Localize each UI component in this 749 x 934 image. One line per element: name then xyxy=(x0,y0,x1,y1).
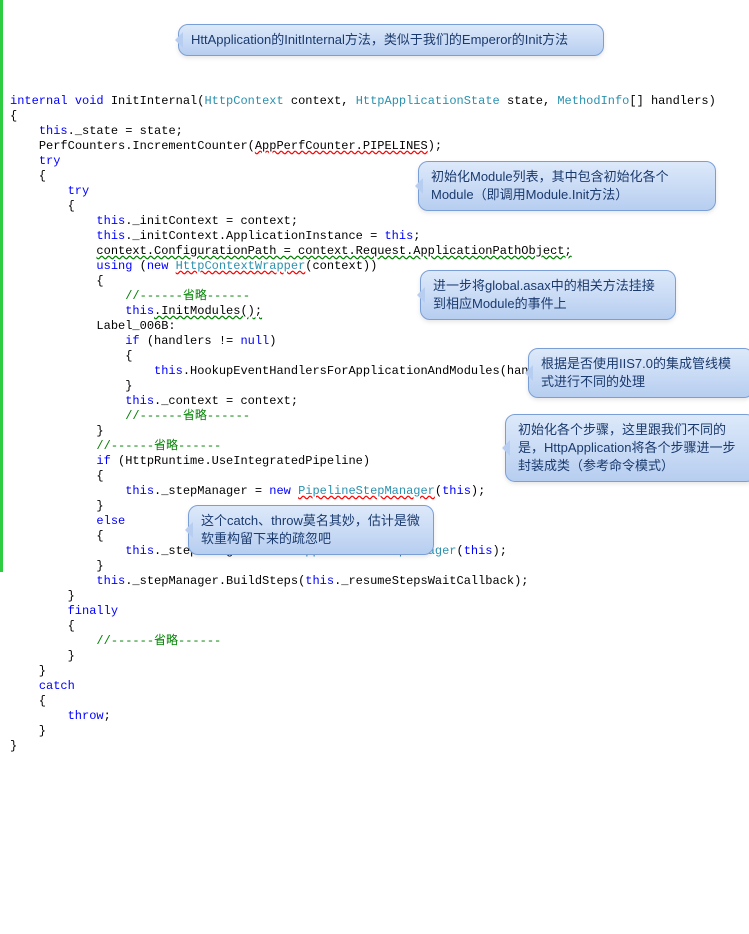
callout-3: 进一步将global.asax中的相关方法挂接到相应Module的事件上 xyxy=(420,270,676,320)
kw-this4: this xyxy=(384,229,413,243)
kw-this2: this xyxy=(96,214,125,228)
comment-omit-2: //------省略------ xyxy=(125,409,250,423)
method-name: InitInternal xyxy=(111,94,197,108)
kw-this11: this xyxy=(464,544,493,558)
callout-5: 初始化各个步骤，这里跟我们不同的是，HttpApplication将各个步骤进一… xyxy=(505,414,749,482)
context-assign: ._context = context; xyxy=(154,394,298,408)
psm-end: ); xyxy=(471,484,485,498)
perf-line: PerfCounters.IncrementCounter( xyxy=(39,139,255,153)
callout-2: 初始化Module列表，其中包含初始化各个Module（即调用Module.In… xyxy=(418,161,716,211)
kw-this6: this xyxy=(154,364,183,378)
kw-new1: new xyxy=(147,259,169,273)
buildsteps-arg: ._resumeStepsWaitCallback); xyxy=(334,574,528,588)
kw-void: void xyxy=(75,94,104,108)
kw-using: using xyxy=(96,259,132,273)
initcontext-assign: ._initContext = context; xyxy=(125,214,298,228)
label-006b: Label_006B: xyxy=(96,319,175,333)
initmodules: .InitModules(); xyxy=(154,304,262,318)
param3-name: handlers xyxy=(651,94,709,108)
kw-finally: finally xyxy=(68,604,118,618)
param3-type: MethodInfo xyxy=(557,94,629,108)
configpath-line: context.ConfigurationPath = context.Requ… xyxy=(96,244,571,258)
kw-this9: this xyxy=(442,484,471,498)
kw-this: this xyxy=(39,124,68,138)
param2-name: state xyxy=(507,94,543,108)
kw-this12: this xyxy=(96,574,125,588)
psm-args: ( xyxy=(435,484,442,498)
kw-this13: this xyxy=(305,574,334,588)
kw-else: else xyxy=(96,514,125,528)
kw-internal: internal xyxy=(10,94,68,108)
perf-end: ); xyxy=(428,139,442,153)
asm-end: ); xyxy=(493,544,507,558)
comment-omit-1: //------省略------ xyxy=(125,289,250,303)
stepmgr-assign1: ._stepManager = xyxy=(154,484,269,498)
kw-null: null xyxy=(240,334,269,348)
kw-new2: new xyxy=(269,484,291,498)
comment-omit-3: //------省略------ xyxy=(96,439,221,453)
integrated-cond: (HttpRuntime.UseIntegratedPipeline) xyxy=(111,454,370,468)
kw-try-outer: try xyxy=(39,154,61,168)
kw-throw: throw xyxy=(68,709,104,723)
wrapper-type: HttpContextWrapper xyxy=(176,259,306,273)
buildsteps: ._stepManager.BuildSteps( xyxy=(125,574,305,588)
param1-type: HttpContext xyxy=(204,94,283,108)
kw-if1: if xyxy=(125,334,139,348)
kw-this8: this xyxy=(125,484,154,498)
kw-this7: this xyxy=(125,394,154,408)
kw-if2: if xyxy=(96,454,110,468)
state-assign: ._state = state; xyxy=(68,124,183,138)
kw-catch: catch xyxy=(39,679,75,693)
throw-semi: ; xyxy=(104,709,111,723)
asm-args: ( xyxy=(457,544,464,558)
callout-6: 这个catch、throw莫名其妙，估计是微软重构留下来的疏忽吧 xyxy=(188,505,434,555)
perf-arg: AppPerfCounter.PIPELINES xyxy=(255,139,428,153)
param2-type: HttpApplicationState xyxy=(356,94,500,108)
param1-name: context xyxy=(291,94,341,108)
appinstance-end: ; xyxy=(413,229,420,243)
callout-1: HttApplication的InitInternal方法，类似于我们的Empe… xyxy=(178,24,604,56)
comment-omit-4: //------省略------ xyxy=(96,634,221,648)
kw-this3: this xyxy=(96,229,125,243)
appinstance-assign: ._initContext.ApplicationInstance = xyxy=(125,229,384,243)
cond-close: ) xyxy=(269,334,276,348)
kw-try-inner: try xyxy=(68,184,90,198)
pipeline-stepmgr: PipelineStepManager xyxy=(298,484,435,498)
wrapper-args: (context)) xyxy=(305,259,377,273)
kw-this10: this xyxy=(125,544,154,558)
if-handlers: (handlers != xyxy=(140,334,241,348)
callout-4: 根据是否使用IIS7.0的集成管线模式进行不同的处理 xyxy=(528,348,749,398)
kw-this5: this xyxy=(125,304,154,318)
